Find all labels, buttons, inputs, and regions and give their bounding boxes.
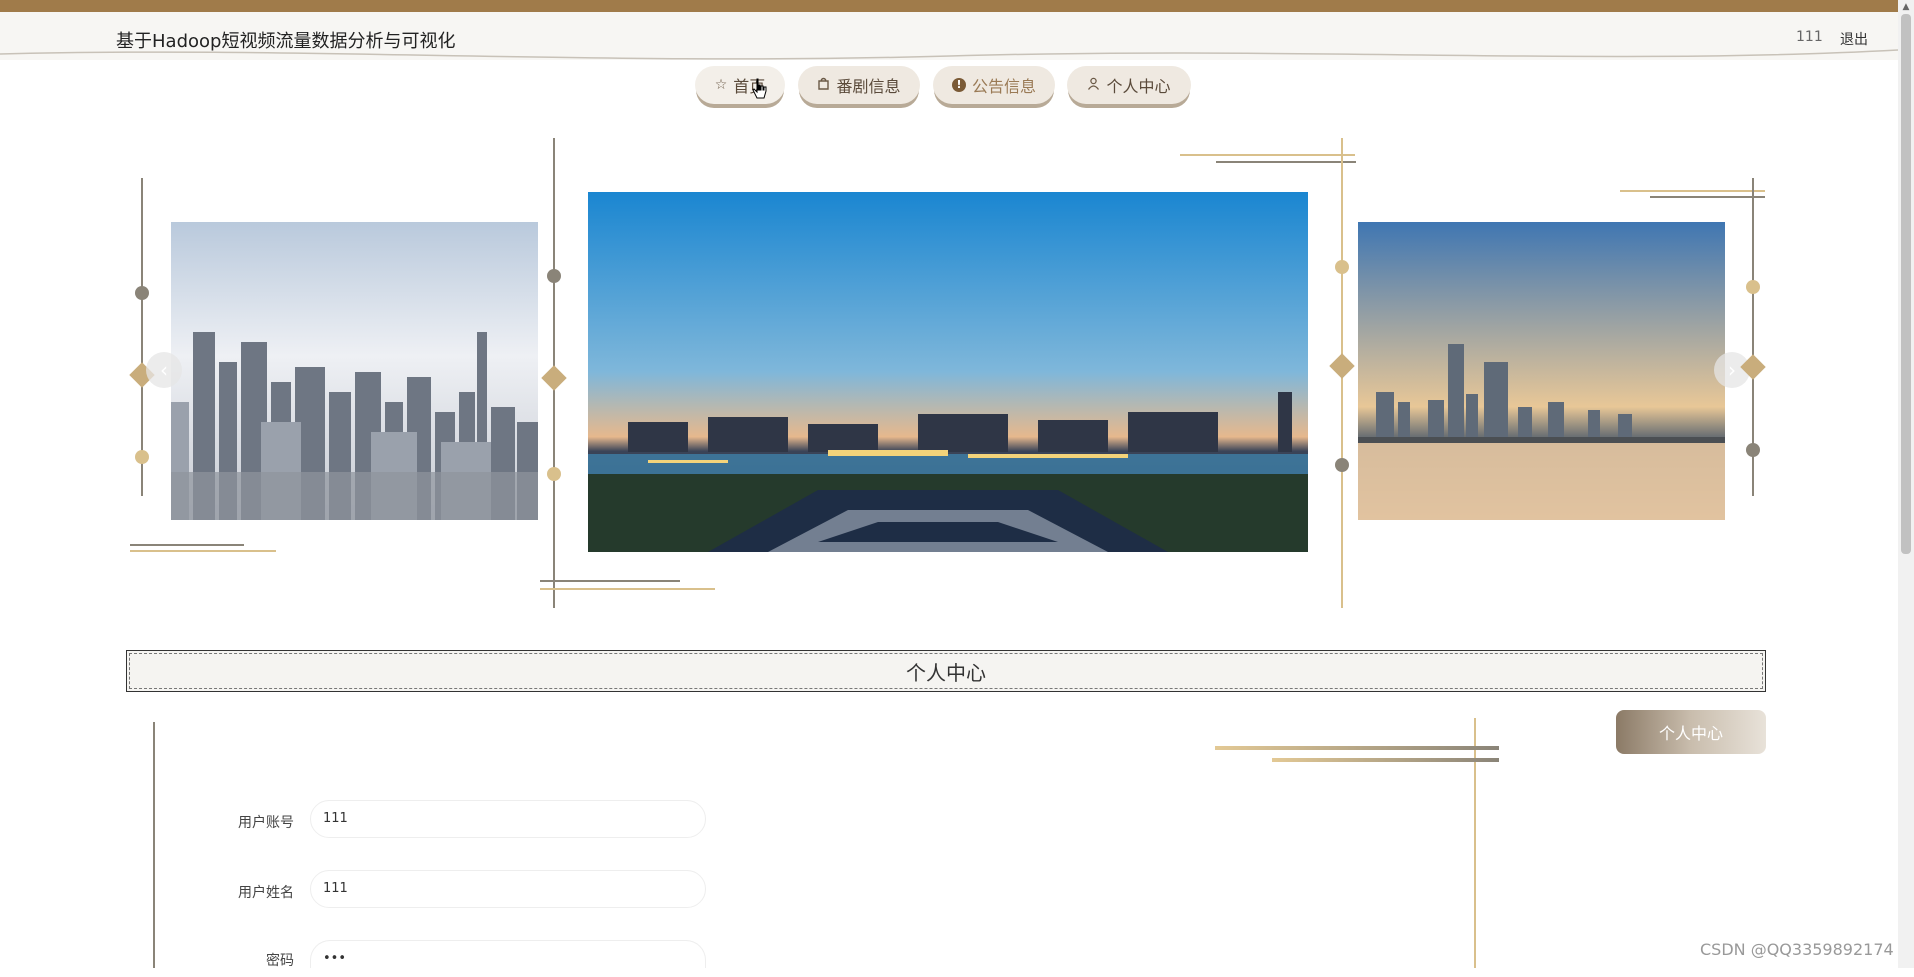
- star-icon: ☆: [714, 77, 728, 93]
- decor-dot: [547, 467, 561, 481]
- chevron-left-icon: ‹: [160, 358, 168, 382]
- account-input[interactable]: 111: [310, 800, 706, 838]
- decor-line: [130, 550, 276, 552]
- decor-line: [1272, 758, 1499, 762]
- nav-item-anime[interactable]: 番剧信息: [798, 66, 920, 104]
- name-input[interactable]: 111: [310, 870, 706, 908]
- carousel-slide-center[interactable]: [588, 192, 1308, 552]
- decor-diamond: [1329, 353, 1355, 379]
- carousel-slide-right[interactable]: [1358, 222, 1725, 520]
- decor-line: [1216, 161, 1356, 163]
- main-nav: ☆ 首页 番剧信息 ! 公告信息 个人中心: [695, 66, 1195, 112]
- notice-icon: !: [951, 78, 966, 92]
- chevron-right-icon: ›: [1728, 358, 1736, 382]
- decor-line: [1620, 190, 1765, 192]
- decor-line: [1474, 718, 1476, 968]
- carousel-prev-button[interactable]: ‹: [146, 352, 182, 388]
- decor-line: [1180, 154, 1355, 156]
- password-input[interactable]: •••: [310, 940, 706, 968]
- section-title: 个人中心: [126, 650, 1766, 692]
- nav-item-notice[interactable]: ! 公告信息: [933, 66, 1055, 104]
- bag-icon: [817, 77, 830, 94]
- decor-dot: [1335, 458, 1349, 472]
- top-accent-bar: [0, 0, 1898, 12]
- decor-line: [153, 722, 155, 968]
- nav-item-label: 个人中心: [1106, 77, 1171, 96]
- current-username: 111: [1796, 29, 1823, 45]
- form-label-name: 用户姓名: [238, 885, 294, 901]
- decor-line: [540, 588, 715, 590]
- nav-item-profile[interactable]: 个人中心: [1067, 66, 1191, 104]
- carousel-slide-left[interactable]: [171, 222, 538, 520]
- decor-dot: [1746, 280, 1760, 294]
- page-scrollbar[interactable]: ▲: [1898, 0, 1914, 968]
- decor-dot: [1335, 260, 1349, 274]
- decor-line: [1215, 746, 1499, 750]
- decor-line: [1650, 196, 1765, 198]
- decor-diamond: [541, 365, 567, 391]
- user-icon: [1087, 77, 1100, 94]
- decor-dot: [547, 269, 561, 283]
- decor-line: [141, 178, 143, 496]
- logout-link[interactable]: 退出: [1840, 29, 1868, 49]
- nav-item-home[interactable]: ☆ 首页: [695, 66, 785, 104]
- decor-dot: [135, 450, 149, 464]
- profile-center-button[interactable]: 个人中心: [1616, 710, 1766, 754]
- decor-dot: [1746, 443, 1760, 457]
- nav-item-label: 番剧信息: [836, 77, 901, 96]
- mouse-cursor-icon: [752, 78, 767, 99]
- form-label-account: 用户账号: [238, 815, 294, 831]
- decor-line: [540, 580, 680, 582]
- decor-dot: [135, 286, 149, 300]
- scroll-up-icon[interactable]: ▲: [1901, 2, 1911, 12]
- scrollbar-thumb[interactable]: [1901, 14, 1911, 554]
- image-carousel: ‹ ›: [0, 130, 1898, 668]
- decor-line: [130, 544, 244, 546]
- nav-item-label: 公告信息: [971, 77, 1036, 96]
- app-title: 基于Hadoop短视频流量数据分析与可视化: [116, 31, 456, 52]
- form-label-password: 密码: [266, 953, 294, 969]
- watermark: CSDN @QQ3359892174: [1700, 940, 1894, 959]
